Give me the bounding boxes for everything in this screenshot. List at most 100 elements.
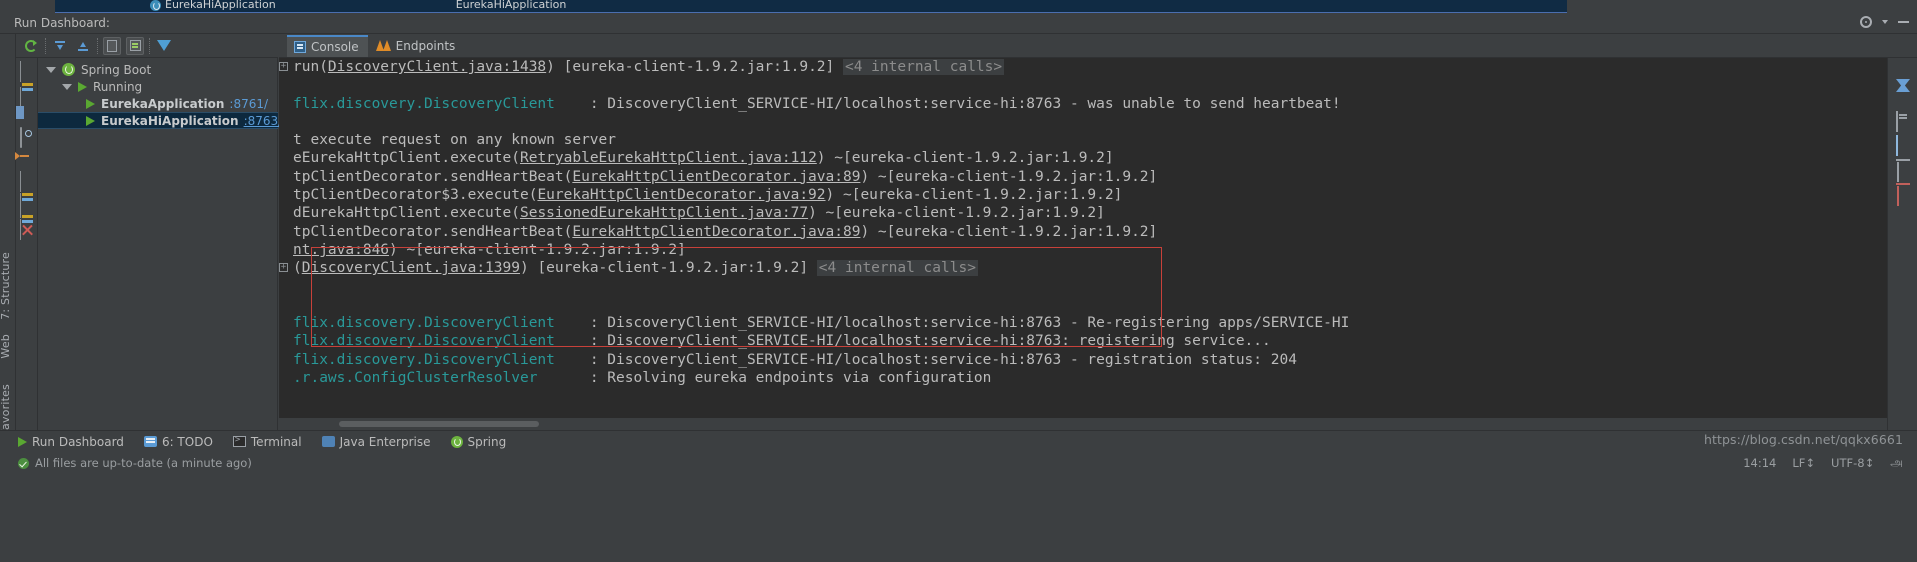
- pause-icon[interactable]: [20, 106, 35, 121]
- toolbar-separator: [97, 37, 98, 54]
- console-text: tpClientDecorator.sendHeartBeat(: [293, 168, 573, 185]
- console-icon: [294, 41, 306, 53]
- console-text: (: [293, 260, 302, 277]
- run-icon: [78, 81, 87, 92]
- scroll-up-icon[interactable]: [1896, 64, 1911, 92]
- run-icon: [86, 115, 95, 126]
- rerun-arrow-icon[interactable]: [20, 150, 35, 165]
- console-output[interactable]: + run(DiscoveryClient.java:1438) [eureka-…: [279, 58, 1887, 418]
- sidebar-item-structure[interactable]: 7: Structure: [0, 252, 12, 320]
- tree-item-port[interactable]: :8763/: [244, 114, 283, 128]
- screenshot-icon[interactable]: [20, 127, 35, 148]
- tool-window-todo[interactable]: 6: TODO: [143, 435, 213, 449]
- tool-window-run-dashboard[interactable]: Run Dashboard: [18, 435, 124, 449]
- tab-endpoints[interactable]: Endpoints: [370, 35, 465, 57]
- toolbar-separator: [45, 37, 46, 54]
- sidebar-item-web[interactable]: Web: [0, 334, 12, 359]
- run-dashboard-toolbar: [16, 34, 278, 58]
- tree-item-eureka-application[interactable]: EurekaApplication :8761/: [86, 95, 268, 112]
- rerun-icon[interactable]: [22, 37, 40, 55]
- layout-icon[interactable]: [20, 171, 35, 218]
- collapse-all-icon[interactable]: [74, 37, 92, 55]
- console-text: eEurekaHttpClient.execute(: [293, 150, 520, 167]
- java-enterprise-icon: [321, 436, 335, 447]
- console-link[interactable]: DiscoveryClient.java:1399: [302, 260, 520, 276]
- console-text: t execute request on any known server: [293, 132, 617, 149]
- console-horizontal-scrollbar[interactable]: [279, 419, 1887, 428]
- console-logger-name: flix.discovery.DiscoveryClient: [293, 351, 590, 368]
- console-line: flix.discovery.DiscoveryClient : Discove…: [279, 332, 1887, 350]
- status-message: All files are up-to-date (a minute ago): [35, 456, 252, 470]
- console-line: flix.discovery.DiscoveryClient : Discove…: [279, 351, 1887, 369]
- tree-item-port[interactable]: :8761/: [229, 97, 268, 111]
- chevron-down-icon[interactable]: [46, 66, 56, 73]
- status-ok-icon: [18, 457, 29, 469]
- show-configurations-icon[interactable]: [103, 36, 121, 55]
- table-icon[interactable]: [20, 193, 35, 240]
- group-by-type-icon[interactable]: [126, 36, 144, 55]
- console-line: + (DiscoveryClient.java:1399) [eureka-cli…: [279, 259, 1887, 277]
- status-encoding[interactable]: UTF-8↕: [1831, 456, 1874, 470]
- console-tab-bar: Console Endpoints: [279, 34, 1917, 58]
- tree-item-eureka-hi-application[interactable]: EurekaHiApplication :8763/: [38, 112, 282, 129]
- console-text: run(: [293, 59, 328, 75]
- console-line: tpClientDecorator$3.execute(EurekaHttpCl…: [279, 186, 1887, 204]
- window-tab-0[interactable]: EurekaHiApplication: [150, 0, 276, 11]
- tool-window-label: Spring: [467, 434, 507, 449]
- spring-icon: [450, 435, 463, 448]
- console-internal-calls-badge[interactable]: <4 internal calls>: [842, 59, 1005, 75]
- console-link[interactable]: EurekaHttpClientDecorator.java:89: [572, 169, 860, 185]
- print-icon[interactable]: [1896, 135, 1911, 156]
- tree-item-label: EurekaApplication: [101, 96, 225, 111]
- tool-window-label: Java Enterprise: [339, 434, 431, 449]
- status-indicator[interactable]: அ: [1890, 455, 1903, 471]
- status-line-separator[interactable]: LF↕: [1792, 456, 1815, 470]
- tab-console[interactable]: Console: [287, 35, 368, 57]
- status-time: 14:14: [1743, 456, 1777, 470]
- console-line: flix.discovery.DiscoveryClient : Discove…: [279, 95, 1887, 113]
- run-services-icon[interactable]: [20, 61, 35, 108]
- console-line: .r.aws.ConfigClusterResolver : Resolving…: [279, 369, 1887, 387]
- window-tab-1[interactable]: EurekaHiApplication: [456, 0, 567, 11]
- console-line: nt.java:846) ~[eureka-client-1.9.2.jar:1…: [279, 241, 1887, 259]
- console-internal-calls-badge[interactable]: <4 internal calls>: [816, 260, 978, 277]
- scroll-down-icon[interactable]: [1896, 79, 1911, 107]
- fold-expand-icon[interactable]: +: [279, 62, 288, 71]
- spring-boot-icon: [62, 63, 75, 76]
- fold-expand-icon[interactable]: +: [279, 263, 288, 273]
- watermark-text: https://blog.csdn.net/qqkx6661: [1703, 432, 1903, 447]
- console-link[interactable]: EurekaHttpClientDecorator.java:92: [537, 187, 825, 203]
- console-link[interactable]: EurekaHttpClientDecorator.java:89: [572, 224, 860, 240]
- console-logger-name: flix.discovery.DiscoveryClient: [293, 95, 590, 112]
- expand-all-icon[interactable]: [51, 37, 69, 55]
- clear-all-icon[interactable]: [1896, 162, 1911, 182]
- gear-icon[interactable]: [1860, 16, 1872, 28]
- page-title: Run Dashboard:: [14, 16, 110, 30]
- tab-label: Endpoints: [395, 39, 456, 53]
- tree-node-running[interactable]: Running: [62, 78, 142, 95]
- tree-node-spring-boot[interactable]: Spring Boot: [46, 61, 151, 78]
- chevron-down-icon[interactable]: [1882, 20, 1888, 24]
- chevron-down-icon[interactable]: [62, 83, 72, 90]
- tool-window-terminal[interactable]: Terminal: [232, 435, 302, 449]
- window-titlebar: EurekaHiApplication EurekaHiApplication: [0, 0, 1917, 14]
- filter-icon[interactable]: [155, 37, 173, 55]
- delete-icon[interactable]: [1896, 186, 1911, 206]
- console-link[interactable]: nt.java:846: [293, 242, 389, 258]
- minimize-icon[interactable]: [1898, 21, 1909, 23]
- stop-icon[interactable]: [20, 84, 35, 99]
- console-link[interactable]: DiscoveryClient.java:1438: [328, 59, 546, 75]
- soft-wrap-icon[interactable]: [1896, 111, 1911, 132]
- scrollbar-thumb[interactable]: [339, 421, 539, 427]
- tool-window-java-enterprise[interactable]: Java Enterprise: [321, 434, 431, 449]
- close-icon[interactable]: [20, 223, 35, 238]
- tool-window-spring[interactable]: Spring: [450, 434, 507, 449]
- run-dashboard-tree: Spring Boot Running EurekaApplication :8…: [38, 58, 282, 438]
- watermark: https://blog.csdn.net/qqkx6661: [1704, 432, 1903, 447]
- console-link[interactable]: RetryableEurekaHttpClient.java:112: [520, 150, 817, 166]
- console-link[interactable]: SessionedEurekaHttpClient.java:77: [520, 205, 808, 221]
- window-tab-label: EurekaHiApplication: [455, 0, 567, 11]
